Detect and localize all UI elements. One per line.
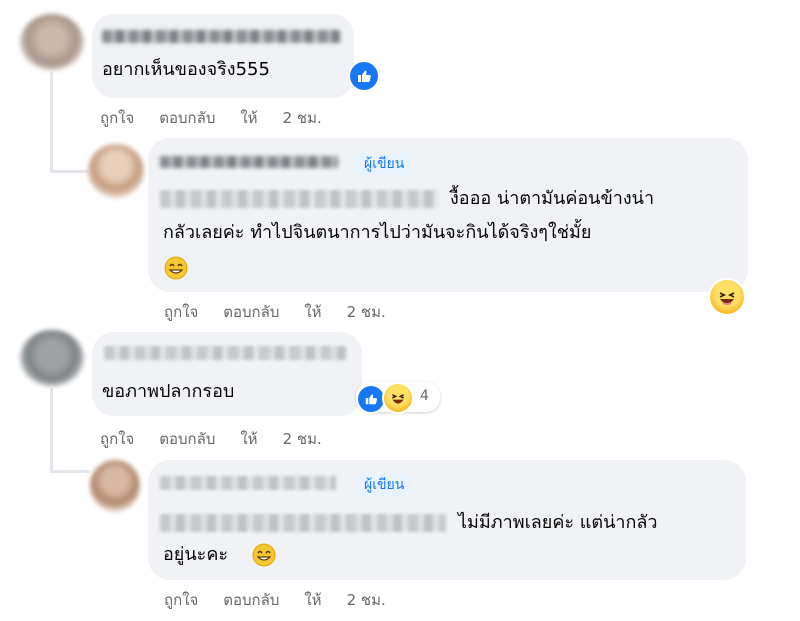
like-action[interactable]: ถูกใจ (164, 303, 198, 321)
like-icon[interactable] (348, 60, 380, 92)
share-action[interactable]: ให้ (240, 430, 257, 448)
laughing-face-icon[interactable] (382, 382, 414, 414)
reaction-count: 4 (420, 388, 429, 404)
like-action[interactable]: ถูกใจ (164, 591, 198, 609)
avatar[interactable] (20, 330, 84, 386)
comment-actions: ถูกใจ ตอบกลับ ให้ 2 ชม. (164, 588, 411, 612)
commenter-name-blurred[interactable] (102, 30, 340, 43)
comment-text: งื้อออ น่าตามันค่อนข้างน่า (450, 188, 655, 209)
avatar[interactable] (20, 14, 84, 70)
blurred-text (160, 514, 446, 532)
blurred-text (160, 190, 438, 208)
commenter-name-blurred[interactable] (160, 156, 338, 168)
comment-actions: ถูกใจ ตอบกลับ ให้ 2 ชม. (100, 427, 347, 451)
comment-actions: ถูกใจ ตอบกลับ ให้ 2 ชม. (164, 300, 411, 324)
comment-text: อยากเห็นของจริง555 (102, 59, 270, 80)
thread-line (50, 170, 88, 173)
timestamp[interactable]: 2 ชม. (283, 109, 322, 127)
share-action[interactable]: ให้ (304, 303, 321, 321)
avatar[interactable] (90, 460, 140, 512)
comment-text: กลัวเลยค่ะ ทำไปจินตนาการไปว่ามันจะกินได้… (163, 222, 592, 243)
comment-actions: ถูกใจ ตอบกลับ ให้ 2 ชม. (100, 106, 347, 130)
author-badge: ผู้เขียน (356, 474, 413, 496)
avatar[interactable] (88, 144, 144, 198)
thread-line (50, 388, 53, 472)
comment-text: ขอภาพปลากรอบ (102, 381, 235, 402)
laughing-face-icon[interactable] (708, 278, 746, 316)
timestamp[interactable]: 2 ชม. (283, 430, 322, 448)
timestamp[interactable]: 2 ชม. (347, 591, 386, 609)
reply-action[interactable]: ตอบกลับ (223, 591, 279, 609)
comment-text: อยู่นะคะ (163, 544, 229, 565)
reply-action[interactable]: ตอบกลับ (159, 430, 215, 448)
share-action[interactable]: ให้ (240, 109, 257, 127)
thread-line (50, 72, 53, 172)
smiling-face-icon (252, 543, 276, 571)
timestamp[interactable]: 2 ชม. (347, 303, 386, 321)
reply-action[interactable]: ตอบกลับ (159, 109, 215, 127)
like-action[interactable]: ถูกใจ (100, 430, 134, 448)
thread-line (50, 470, 90, 473)
commenter-name-blurred[interactable] (104, 346, 346, 360)
like-action[interactable]: ถูกใจ (100, 109, 134, 127)
commenter-name-blurred[interactable] (160, 476, 336, 490)
reply-action[interactable]: ตอบกลับ (223, 303, 279, 321)
author-badge: ผู้เขียน (356, 153, 413, 175)
share-action[interactable]: ให้ (304, 591, 321, 609)
comment-text: ไม่มีภาพเลยค่ะ แต่น่ากลัว (458, 512, 658, 533)
smiling-face-icon (164, 256, 188, 284)
